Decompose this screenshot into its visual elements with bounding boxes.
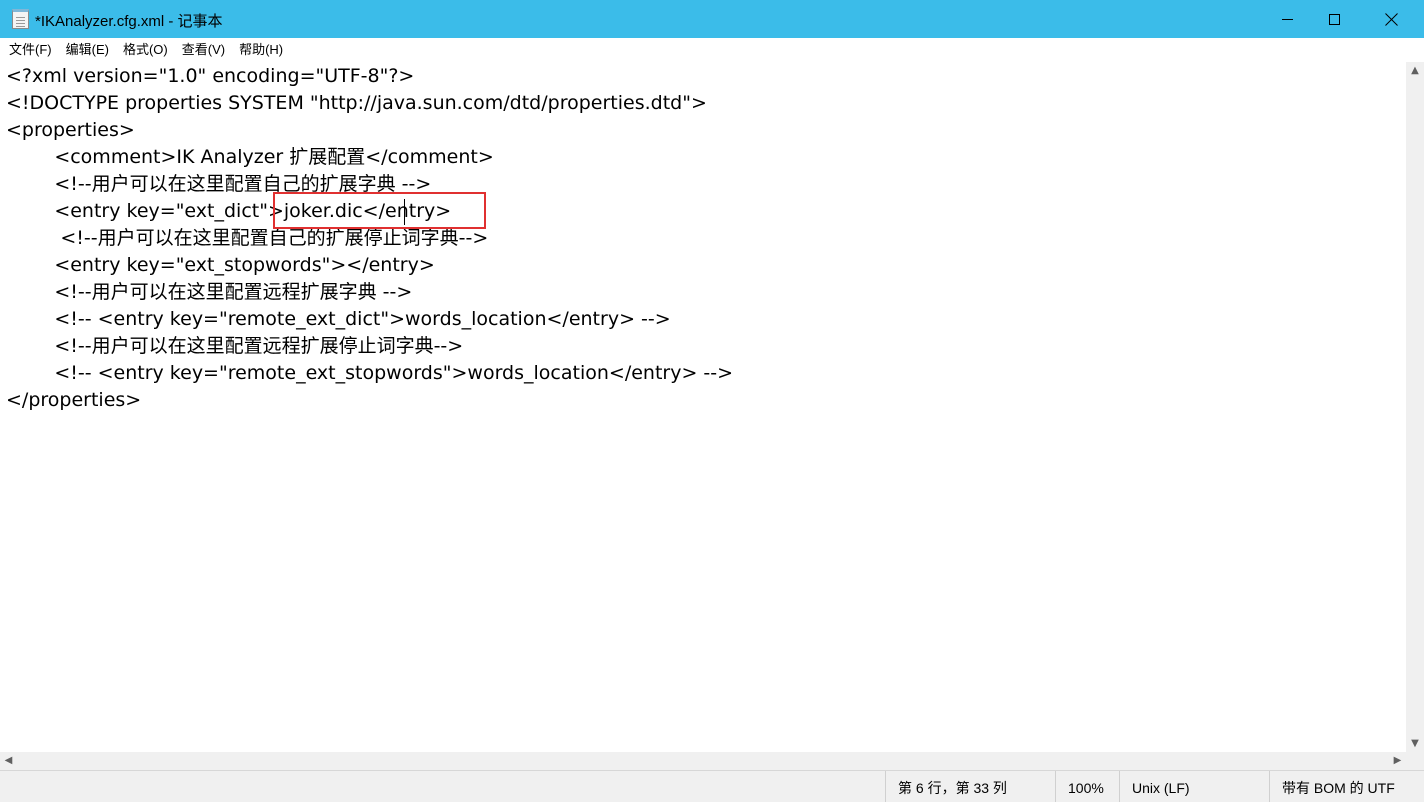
minimize-button[interactable]: [1264, 0, 1310, 38]
scroll-right-icon[interactable]: ▶: [1389, 752, 1406, 770]
menu-file[interactable]: 文件(F): [2, 38, 59, 62]
close-icon: [1385, 13, 1398, 26]
code-line: <!-- <entry key="remote_ext_dict">words_…: [6, 308, 671, 330]
menu-bar: 文件(F) 编辑(E) 格式(O) 查看(V) 帮助(H): [0, 38, 1424, 62]
code-line: <!DOCTYPE properties SYSTEM "http://java…: [6, 92, 707, 114]
highlight-annotation: [273, 192, 486, 229]
notepad-icon[interactable]: [12, 9, 29, 29]
code-line: <!--用户可以在这里配置自己的扩展停止词字典-->: [6, 227, 489, 249]
code-line: <properties>: [6, 119, 135, 141]
close-button[interactable]: [1368, 0, 1414, 38]
scroll-up-icon[interactable]: ▲: [1406, 62, 1424, 79]
horizontal-scrollbar[interactable]: ◀ ▶: [0, 752, 1406, 770]
code-line: <!-- <entry key="remote_ext_stopwords">w…: [6, 362, 734, 384]
maximize-button[interactable]: [1311, 0, 1357, 38]
status-bar: 第 6 行，第 33 列 100% Unix (LF) 带有 BOM 的 UTF: [0, 770, 1424, 802]
code-line: <!--用户可以在这里配置远程扩展字典 -->: [6, 281, 413, 303]
menu-edit[interactable]: 编辑(E): [59, 38, 116, 62]
zoom-level: 100%: [1055, 771, 1119, 802]
code-line: </properties>: [6, 389, 142, 411]
menu-view[interactable]: 查看(V): [175, 38, 232, 62]
line-ending: Unix (LF): [1119, 771, 1269, 802]
minimize-icon: [1281, 18, 1293, 20]
code-line: <comment>IK Analyzer 扩展配置</comment>: [6, 146, 494, 168]
menu-format[interactable]: 格式(O): [116, 38, 175, 62]
vertical-scrollbar[interactable]: ▲ ▼: [1406, 62, 1424, 752]
scroll-corner: [1406, 752, 1424, 770]
window-title: *IKAnalyzer.cfg.xml - 记事本: [35, 13, 223, 30]
maximize-icon: [1328, 13, 1340, 25]
text-editor[interactable]: <?xml version="1.0" encoding="UTF-8"?> <…: [0, 62, 1406, 752]
code-line: <entry key="ext_stopwords"></entry>: [6, 254, 435, 276]
menu-help[interactable]: 帮助(H): [232, 38, 290, 62]
cursor-position: 第 6 行，第 33 列: [885, 771, 1055, 802]
encoding: 带有 BOM 的 UTF: [1269, 771, 1424, 802]
title-bar: *IKAnalyzer.cfg.xml - 记事本: [0, 0, 1424, 38]
scroll-down-icon[interactable]: ▼: [1406, 735, 1424, 752]
code-line: <?xml version="1.0" encoding="UTF-8"?>: [6, 65, 415, 87]
code-line: <!--用户可以在这里配置远程扩展停止词字典-->: [6, 335, 464, 357]
scroll-left-icon[interactable]: ◀: [0, 752, 17, 770]
